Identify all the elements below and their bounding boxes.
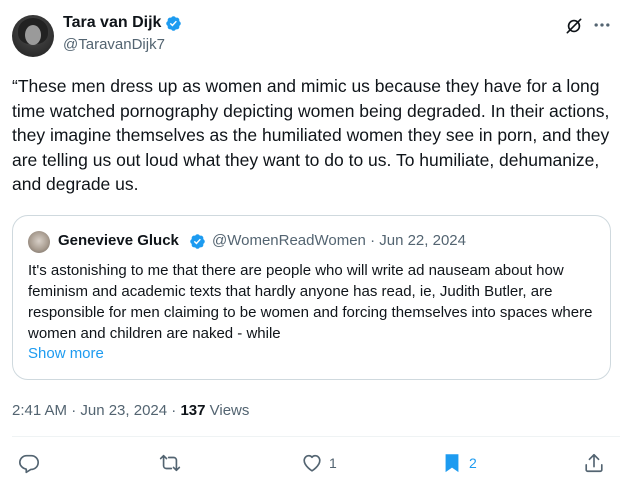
bookmark-button[interactable]: 2 — [441, 452, 477, 474]
quoted-author-name[interactable]: Genevieve Gluck — [58, 232, 179, 249]
tweet-card: Tara van Dijk @TaravanDijk7 “These men d… — [0, 0, 632, 493]
author-handle[interactable]: @TaravanDijk7 — [63, 36, 165, 53]
divider — [12, 436, 620, 437]
author-avatar[interactable] — [12, 15, 54, 57]
grok-icon[interactable] — [564, 16, 584, 36]
views-label: Views — [205, 402, 250, 419]
quoted-author-handle-date[interactable]: @WomenReadWomen · Jun 22, 2024 — [212, 232, 466, 249]
quoted-tweet[interactable]: Genevieve Gluck @WomenReadWomen · Jun 22… — [12, 215, 611, 380]
quoted-verified-badge-icon — [190, 234, 205, 249]
heart-icon — [303, 454, 321, 472]
like-button[interactable]: 1 — [301, 452, 337, 474]
timestamp[interactable]: 2:41 AM · Jun 23, 2024 · — [12, 402, 180, 419]
retweet-button[interactable] — [159, 452, 187, 474]
views-count: 137 — [180, 402, 206, 419]
like-count: 1 — [329, 455, 337, 471]
share-button[interactable] — [583, 452, 605, 474]
show-more-link[interactable]: Show more — [28, 345, 104, 362]
bookmark-icon — [445, 454, 459, 473]
author-name[interactable]: Tara van Dijk — [63, 14, 161, 32]
share-icon — [585, 453, 603, 473]
bookmark-count: 2 — [469, 455, 477, 471]
quoted-author-avatar[interactable] — [28, 231, 50, 253]
tweet-text: “These men dress up as women and mimic u… — [12, 76, 610, 194]
reply-icon — [19, 454, 39, 474]
avatar-face — [25, 25, 41, 45]
tweet-meta: 2:41 AM · Jun 23, 2024 · 137 Views — [12, 402, 249, 419]
verified-badge-icon — [166, 16, 181, 31]
retweet-icon — [159, 454, 181, 472]
reply-button[interactable] — [18, 452, 46, 474]
quoted-tweet-text: It's astonishing to me that there are pe… — [28, 262, 593, 342]
more-options-icon[interactable] — [592, 15, 612, 35]
